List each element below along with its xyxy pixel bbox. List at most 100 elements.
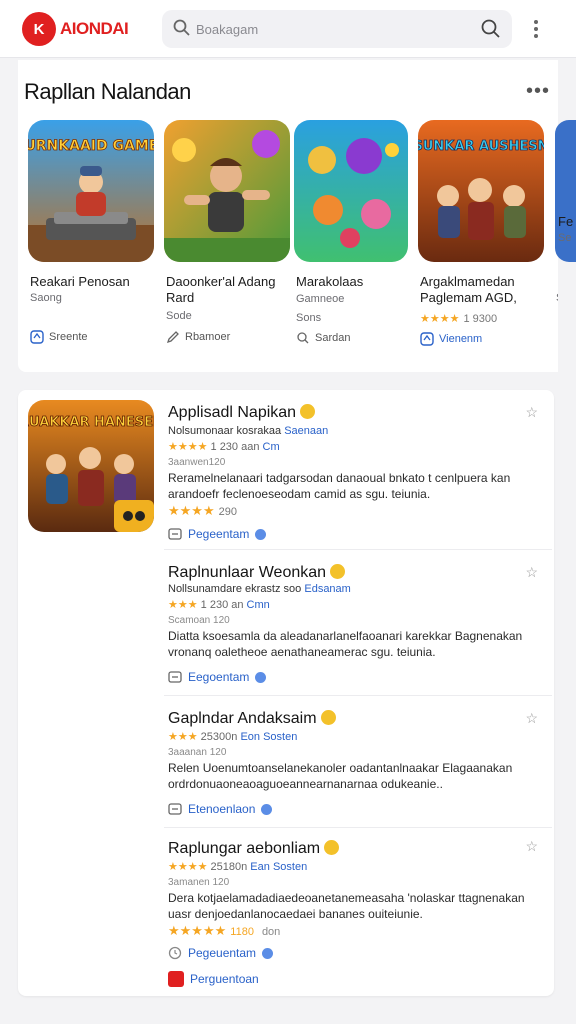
app-name: Marakolaas bbox=[296, 274, 364, 289]
app-title: Gaplndar Andaksaim bbox=[168, 710, 336, 728]
app-list: RUAKKAR HANESER Applisadl Napikan ☆ Nols… bbox=[18, 390, 554, 996]
app-description: Dera kotjaelamadadiaedeoanetanemeasaha '… bbox=[168, 891, 525, 921]
app-store-icon bbox=[168, 803, 182, 815]
install-label: Pegeuentam bbox=[188, 946, 257, 960]
rating-stars: ★★★ bbox=[168, 731, 198, 743]
install-button[interactable]: Etenoenlaon bbox=[168, 802, 273, 816]
app-name: Argaklmamedan Paglemam AGD, bbox=[420, 274, 517, 305]
install-label: Etenoenlaon bbox=[188, 802, 256, 816]
thumb-title: SUNKAR AUSHESN bbox=[418, 139, 544, 154]
install-label: Pegeentam bbox=[188, 527, 250, 541]
app-subtitle: Nolsumonaar kosrakaa Saenaan bbox=[168, 425, 328, 437]
app-action[interactable]: Sreente bbox=[30, 330, 88, 344]
app-action[interactable]: Vienenm bbox=[420, 332, 482, 346]
rating-count: 1 230 an bbox=[200, 599, 244, 611]
meta-highlight: Cm bbox=[262, 441, 280, 453]
app-category: Gamneoe bbox=[296, 293, 345, 305]
app-title: Applisadl Napikan bbox=[168, 404, 316, 422]
favorite-star-icon[interactable]: ☆ bbox=[525, 710, 538, 727]
brand-icon bbox=[168, 971, 184, 987]
rating-stars: ★★★★ bbox=[168, 441, 208, 453]
app-thumbnail[interactable] bbox=[164, 120, 290, 262]
search-input[interactable]: Boakagam bbox=[196, 22, 258, 37]
list-item[interactable]: Applisadl Napikan ☆ Nolsumonaar kosrakaa… bbox=[164, 390, 552, 550]
app-store-icon bbox=[30, 330, 44, 344]
more-options-icon[interactable]: ••• bbox=[526, 80, 550, 103]
clock-icon bbox=[168, 946, 182, 960]
subtitle-highlight: Edsanam bbox=[304, 583, 351, 595]
app-rating: ★★★★★ 1180 don bbox=[168, 923, 280, 939]
search-icon bbox=[173, 19, 190, 36]
emoji-icon bbox=[324, 840, 340, 855]
meta-highlight: Cmn bbox=[246, 599, 270, 611]
favorite-star-icon[interactable]: ☆ bbox=[525, 838, 538, 855]
app-action-label: Sreente bbox=[49, 331, 88, 343]
install-button[interactable]: Pegeuentam bbox=[168, 946, 274, 960]
app-logo-icon[interactable]: K bbox=[22, 12, 56, 46]
logo-mark: K bbox=[33, 20, 45, 38]
list-item[interactable]: Raplnunlaar Weonkan ☆ Nollsunamdare ekra… bbox=[164, 550, 552, 696]
overflow-menu-icon[interactable] bbox=[526, 14, 546, 44]
rating-stars: ★★★★ bbox=[168, 861, 208, 873]
rating-stars: ★★★ bbox=[168, 599, 198, 611]
rating-count: 290 bbox=[218, 506, 237, 518]
secondary-action-button[interactable]: Perguentoan bbox=[168, 971, 259, 987]
list-item[interactable]: Gaplndar Andaksaim ☆ ★★★ 25300n Eon Sost… bbox=[164, 696, 552, 828]
app-thumbnail[interactable]: PURNKAAID GAMEE bbox=[28, 120, 154, 262]
favorite-star-icon[interactable]: ☆ bbox=[525, 564, 538, 581]
app-description: Diatta ksoesamla da aleadanarlanelfaoana… bbox=[168, 629, 523, 659]
app-action[interactable]: Sardan bbox=[296, 331, 350, 345]
app-thumbnail[interactable] bbox=[294, 120, 408, 262]
app-subtitle: Nollsunamdare ekrastz soo Edsanam bbox=[168, 583, 351, 595]
logo-text[interactable]: AIONDAI bbox=[60, 19, 129, 39]
rating-stars: ★★★★★ bbox=[168, 923, 227, 938]
app-title: Raplungar aebonliam bbox=[168, 840, 340, 858]
verified-icon bbox=[262, 947, 274, 959]
app-title: Raplnunlaar Weonkan bbox=[168, 564, 346, 582]
install-button[interactable]: Eegoentam bbox=[168, 670, 267, 684]
app-date: 3aaanan 120 bbox=[168, 747, 227, 758]
thumb-title: PURNKAAID GAMEE bbox=[28, 138, 154, 154]
rating-count: 25180n bbox=[210, 861, 248, 873]
app-rating: ★★★★ 290 bbox=[168, 503, 237, 519]
app-category: Se bbox=[556, 292, 558, 304]
app-action-label: Rbamoer bbox=[185, 331, 231, 343]
app-store-icon bbox=[420, 332, 434, 346]
top-bar: K AIONDAI Boakagam bbox=[0, 0, 576, 58]
search-bar[interactable]: Boakagam bbox=[162, 10, 512, 48]
install-label: Eegoentam bbox=[188, 670, 250, 684]
app-action[interactable]: Rbamoer bbox=[166, 330, 230, 344]
app-description: Relen Uoenumtoanselanekanoler oadantanln… bbox=[168, 761, 513, 791]
app-store-icon bbox=[168, 671, 182, 683]
subtitle-text: Nollsunamdare ekrastz soo bbox=[168, 583, 302, 595]
app-title-text: Raplungar aebonliam bbox=[168, 840, 321, 857]
app-category: Saong bbox=[30, 292, 62, 304]
app-date: 3aanwen120 bbox=[168, 457, 226, 468]
app-store-icon bbox=[168, 528, 182, 540]
app-rating: ★★★★ 1 9300 bbox=[420, 312, 497, 325]
app-category-partial: Se bbox=[558, 232, 572, 244]
rating-count: 1 230 aan bbox=[210, 441, 260, 453]
rating-count: 1 9300 bbox=[463, 313, 498, 325]
app-date: 3amanen 120 bbox=[168, 877, 230, 888]
subtitle-text: Nolsumonaar kosrakaa bbox=[168, 425, 282, 437]
install-button[interactable]: Pegeentam bbox=[168, 527, 267, 541]
app-thumbnail[interactable]: SUNKAR AUSHESN bbox=[418, 120, 544, 262]
app-title-text: Gaplndar Andaksaim bbox=[168, 710, 317, 727]
emoji-icon bbox=[300, 404, 316, 419]
meta-highlight: Eon bbox=[240, 731, 261, 743]
rating-stars: ★★★★ bbox=[420, 313, 460, 325]
app-subcategory: Sons bbox=[296, 312, 322, 324]
app-thumbnail[interactable]: RUAKKAR HANESER bbox=[28, 400, 154, 532]
pencil-icon bbox=[166, 331, 179, 344]
app-title-text: Applisadl Napikan bbox=[168, 404, 297, 421]
verified-icon bbox=[255, 671, 267, 683]
search-submit-icon[interactable] bbox=[480, 18, 502, 40]
app-meta: ★★★ 25300n Eon Sosten bbox=[168, 730, 297, 743]
emoji-icon bbox=[330, 564, 346, 579]
secondary-action-label: Perguentoan bbox=[190, 972, 259, 986]
app-meta: ★★★★ 25180n Ean Sosten bbox=[168, 860, 307, 873]
rating-count: 1180 bbox=[230, 926, 254, 938]
favorite-star-icon[interactable]: ☆ bbox=[525, 404, 538, 421]
app-date: Scamoan 120 bbox=[168, 615, 230, 626]
